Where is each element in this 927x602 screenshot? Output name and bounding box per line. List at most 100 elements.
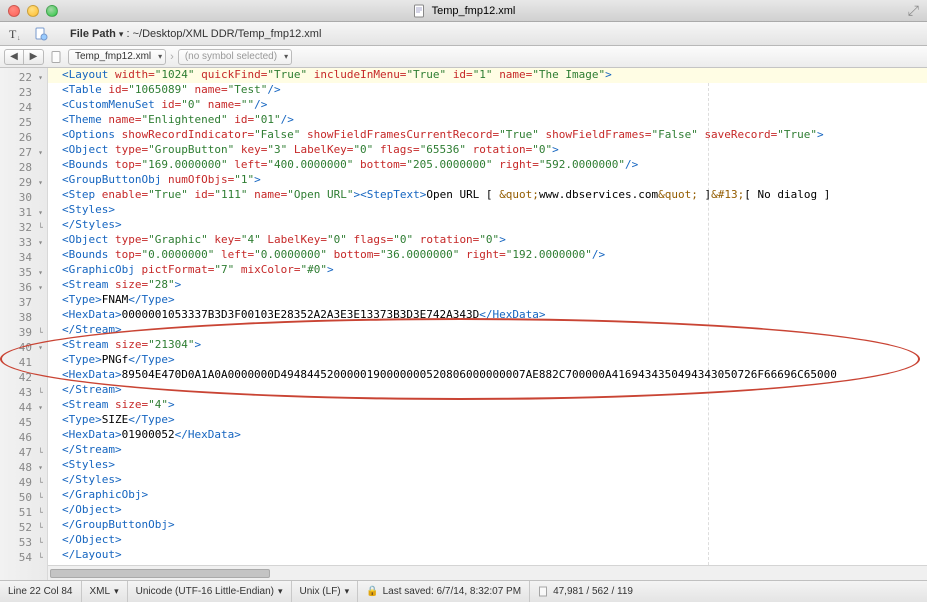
gutter-line: 24 [0, 100, 47, 115]
scrollbar-thumb[interactable] [50, 569, 270, 578]
status-encoding[interactable]: Unicode (UTF-16 Little-Endian) ▾ [127, 581, 291, 602]
gutter-line: 26 [0, 130, 47, 145]
window-title: Temp_fmp12.xml [432, 5, 516, 17]
document-icon [412, 4, 426, 18]
code-line[interactable]: <Layout width="1024" quickFind="True" in… [48, 68, 927, 83]
toolbar: T↓ File Path ▾ : ~/Desktop/XML DDR/Temp_… [0, 22, 927, 46]
status-lineending[interactable]: Unix (LF) ▾ [291, 581, 358, 602]
code-line[interactable]: </Styles> [48, 218, 927, 233]
code-line[interactable]: </Layout> [48, 548, 927, 563]
resize-icon[interactable]: ⤢ [908, 2, 919, 19]
code-line[interactable]: <Theme name="Enlightened" id="01"/> [48, 113, 927, 128]
gutter-line: 23 [0, 85, 47, 100]
code-line[interactable]: <HexData>0000001053337B3D3F00103E28352A2… [48, 308, 927, 323]
code-line[interactable]: <Options showRecordIndicator="False" sho… [48, 128, 927, 143]
gutter-line: 54└ [0, 550, 47, 565]
code-editor[interactable]: 22▾2324252627▾2829▾3031▾32└33▾3435▾36▾37… [0, 68, 927, 580]
zoom-icon[interactable] [46, 5, 58, 17]
gutter-line: 28 [0, 160, 47, 175]
code-line[interactable]: </Stream> [48, 383, 927, 398]
code-line[interactable]: <CustomMenuSet id="0" name=""/> [48, 98, 927, 113]
status-bar: Line 22 Col 84 XML ▾ Unicode (UTF-16 Lit… [0, 580, 927, 602]
file-dropdown[interactable]: Temp_fmp12.xml [68, 49, 166, 65]
code-line[interactable]: </Object> [48, 503, 927, 518]
file-icon [49, 50, 63, 64]
gutter-line: 25 [0, 115, 47, 130]
code-line[interactable]: <Bounds top="0.0000000" left="0.0000000"… [48, 248, 927, 263]
gutter-line: 31▾ [0, 205, 47, 220]
gutter-line: 43└ [0, 385, 47, 400]
nav-forward-button[interactable]: ▶ [24, 49, 44, 65]
code-line[interactable]: <Styles> [48, 458, 927, 473]
gutter-line: 44▾ [0, 400, 47, 415]
code-line[interactable]: </GraphicObj> [48, 488, 927, 503]
svg-text:↓: ↓ [17, 35, 21, 41]
document-button[interactable] [32, 25, 50, 43]
gutter-line: 39└ [0, 325, 47, 340]
gutter-line: 45 [0, 415, 47, 430]
code-line[interactable]: </Styles> [48, 473, 927, 488]
code-line[interactable]: <Bounds top="169.0000000" left="400.0000… [48, 158, 927, 173]
code-line[interactable]: <Type>SIZE</Type> [48, 413, 927, 428]
code-line[interactable]: <Type>PNGf</Type> [48, 353, 927, 368]
gutter-line: 35▾ [0, 265, 47, 280]
gutter-line: 36▾ [0, 280, 47, 295]
status-line-col: Line 22 Col 84 [6, 581, 81, 602]
gutter-line: 47└ [0, 445, 47, 460]
gutter-line: 52└ [0, 520, 47, 535]
code-line[interactable]: <Step enable="True" id="111" name="Open … [48, 188, 927, 203]
gutter-line: 38 [0, 310, 47, 325]
filepath-text: ~/Desktop/XML DDR/Temp_fmp12.xml [133, 28, 322, 40]
gutter-line: 33▾ [0, 235, 47, 250]
line-gutter: 22▾2324252627▾2829▾3031▾32└33▾3435▾36▾37… [0, 68, 48, 580]
code-line[interactable]: <Object type="GroupButton" key="3" Label… [48, 143, 927, 158]
gutter-line: 32└ [0, 220, 47, 235]
minimize-icon[interactable] [27, 5, 39, 17]
code-line[interactable]: </Stream> [48, 443, 927, 458]
gutter-line: 42 [0, 370, 47, 385]
gutter-line: 37 [0, 295, 47, 310]
gutter-line: 30 [0, 190, 47, 205]
code-line[interactable]: <Object type="Graphic" key="4" LabelKey=… [48, 233, 927, 248]
symbol-dropdown[interactable]: (no symbol selected) [178, 49, 292, 65]
status-size: 47,981 / 562 / 119 [529, 581, 641, 602]
code-line[interactable]: <Stream size="28"> [48, 278, 927, 293]
gutter-line: 29▾ [0, 175, 47, 190]
gutter-line: 46 [0, 430, 47, 445]
code-line[interactable]: <Type>FNAM</Type> [48, 293, 927, 308]
status-saved: 🔒Last saved: 6/7/14, 8:32:07 PM [357, 581, 529, 602]
window-titlebar: Temp_fmp12.xml ⤢ [0, 0, 927, 22]
text-tool-button[interactable]: T↓ [6, 25, 24, 43]
gutter-line: 53└ [0, 535, 47, 550]
gutter-line: 40▾ [0, 340, 47, 355]
breadcrumb-bar: ◀ ▶ Temp_fmp12.xml › (no symbol selected… [0, 46, 927, 68]
document-small-icon [538, 586, 549, 597]
code-line[interactable]: <Stream size="21304"> [48, 338, 927, 353]
nav-back-button[interactable]: ◀ [4, 49, 24, 65]
code-line[interactable]: <Table id="1065089" name="Test"/> [48, 83, 927, 98]
code-line[interactable]: <GroupButtonObj numOfObjs="1"> [48, 173, 927, 188]
code-line[interactable]: </Stream> [48, 323, 927, 338]
gutter-line: 51└ [0, 505, 47, 520]
lock-icon: 🔒 [366, 586, 378, 597]
code-line[interactable]: <Stream size="4"> [48, 398, 927, 413]
gutter-line: 48▾ [0, 460, 47, 475]
chevron-down-icon: ▾ [119, 29, 124, 39]
horizontal-scrollbar[interactable] [48, 565, 927, 580]
code-line[interactable]: </Object> [48, 533, 927, 548]
gutter-line: 22▾ [0, 70, 47, 85]
traffic-lights [8, 5, 58, 17]
code-line[interactable]: <HexData>01900052</HexData> [48, 428, 927, 443]
filepath-label[interactable]: File Path ▾ : ~/Desktop/XML DDR/Temp_fmp… [70, 28, 321, 40]
code-area[interactable]: <Layout width="1024" quickFind="True" in… [48, 68, 927, 580]
code-line[interactable]: <GraphicObj pictFormat="7" mixColor="#0"… [48, 263, 927, 278]
status-lang[interactable]: XML ▾ [81, 581, 127, 602]
svg-text:T: T [9, 27, 17, 41]
gutter-line: 34 [0, 250, 47, 265]
code-line[interactable]: <HexData>89504E470D0A1A0A0000000D4948445… [48, 368, 927, 383]
code-line[interactable]: <Styles> [48, 203, 927, 218]
gutter-line: 50└ [0, 490, 47, 505]
code-line[interactable]: </GroupButtonObj> [48, 518, 927, 533]
close-icon[interactable] [8, 5, 20, 17]
gutter-line: 27▾ [0, 145, 47, 160]
